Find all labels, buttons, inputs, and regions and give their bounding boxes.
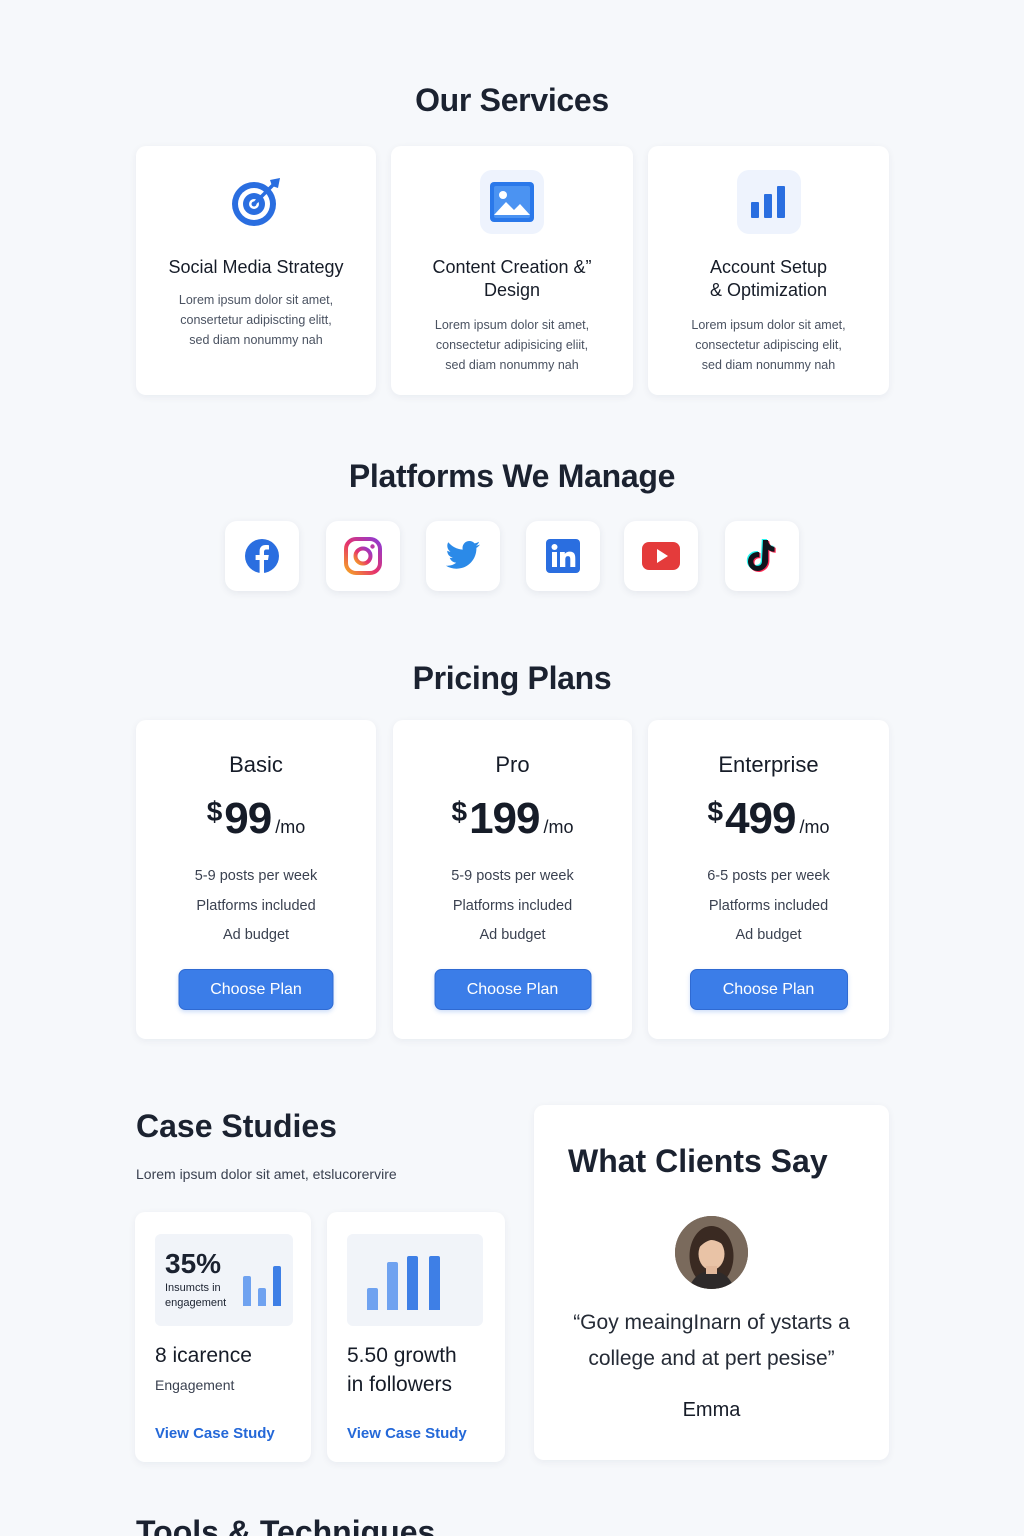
twitter-icon bbox=[445, 541, 480, 569]
case-study-thumbnail bbox=[347, 1234, 483, 1326]
platform-facebook[interactable] bbox=[225, 521, 299, 591]
case-study-stat-label: Insumcts in engagement bbox=[165, 1282, 227, 1309]
client-name: Emma bbox=[682, 1399, 741, 1421]
pricing-title: Pricing Plans bbox=[412, 660, 612, 696]
chart-bar bbox=[367, 1288, 378, 1310]
platform-youtube[interactable] bbox=[624, 521, 698, 591]
case-study-stat: 35% bbox=[165, 1248, 222, 1279]
choose-plan-button-pro[interactable]: Choose Plan bbox=[434, 969, 591, 1010]
platform-tiktok[interactable] bbox=[725, 521, 799, 591]
mini-bar-chart bbox=[367, 1254, 463, 1310]
plan-feature: Platforms included bbox=[196, 898, 316, 914]
case-studies-title: Case Studies bbox=[136, 1108, 337, 1144]
service-card-account[interactable]: Account Setup & Optimization Lorem ipsum… bbox=[648, 146, 889, 395]
instagram-icon bbox=[344, 537, 382, 575]
facebook-icon bbox=[245, 539, 279, 573]
chart-bar bbox=[273, 1266, 281, 1306]
plan-card-pro: Pro $ 199 /mo 5-9 posts per week Platfor… bbox=[393, 720, 632, 1039]
plan-feature: 5-9 posts per week bbox=[194, 868, 318, 884]
case-study-metric: Engagement bbox=[155, 1377, 235, 1393]
plan-feature: Ad budget bbox=[735, 927, 802, 943]
case-study-thumbnail: 35% Insumcts in engagement bbox=[155, 1234, 293, 1326]
platform-twitter[interactable] bbox=[426, 521, 500, 591]
plan-price: $ 499 /mo bbox=[707, 794, 830, 843]
linkedin-icon bbox=[546, 539, 580, 573]
plan-feature: Platforms included bbox=[452, 898, 573, 914]
chart-bar bbox=[429, 1256, 440, 1310]
service-card-strategy[interactable]: Social Media Strategy Lorem ipsum dolor … bbox=[136, 146, 376, 395]
choose-plan-button-enterprise[interactable]: Choose Plan bbox=[689, 969, 848, 1010]
plan-feature: Ad budget bbox=[222, 927, 290, 943]
platform-linkedin[interactable] bbox=[526, 521, 600, 591]
chart-bar bbox=[243, 1276, 251, 1306]
plan-feature: Ad budget bbox=[479, 927, 546, 943]
plan-name: Pro bbox=[495, 752, 530, 777]
service-title: Social Media Strategy bbox=[168, 257, 344, 277]
testimonial-quote: “Goy meaingInarn of ystarts a college an… bbox=[573, 1311, 850, 1370]
plan-name: Enterprise bbox=[718, 752, 819, 777]
target-icon bbox=[224, 170, 288, 234]
plan-name: Basic bbox=[229, 752, 283, 777]
service-description: Lorem ipsum dolor sit amet, consectetur … bbox=[434, 318, 590, 372]
bar-chart-icon bbox=[736, 170, 801, 234]
plan-card-enterprise: Enterprise $ 499 /mo 6-5 posts per week … bbox=[648, 720, 889, 1039]
tiktok-icon bbox=[746, 539, 776, 572]
plan-feature: Platforms included bbox=[708, 898, 829, 914]
service-title: Account Setup & Optimization bbox=[709, 257, 828, 300]
choose-plan-button-basic[interactable]: Choose Plan bbox=[178, 969, 334, 1010]
view-case-study-link[interactable]: View Case Study bbox=[155, 1425, 275, 1442]
plan-feature: 5-9 posts per week bbox=[451, 868, 574, 884]
plan-price: $ 199 /mo bbox=[451, 794, 574, 843]
service-description: Lorem ipsum dolor sit amet, consertetur … bbox=[178, 293, 334, 347]
service-title: Content Creation &” Design bbox=[432, 257, 592, 300]
case-study-card: 5.50 growth in followers View Case Study bbox=[327, 1212, 505, 1462]
service-card-content[interactable]: Content Creation &” Design Lorem ipsum d… bbox=[391, 146, 633, 395]
tools-title: Tools & Techniques bbox=[136, 1514, 436, 1536]
service-description: Lorem ipsum dolor sit amet, consectetur … bbox=[691, 318, 846, 372]
testimonial-title: What Clients Say bbox=[568, 1143, 828, 1179]
services-title: Our Services bbox=[415, 82, 609, 118]
case-study-headline: 5.50 growth in followers bbox=[347, 1344, 457, 1396]
chart-bar bbox=[258, 1288, 266, 1306]
case-studies-subtitle: Lorem ipsum dolor sit amet, etslucorervi… bbox=[136, 1166, 397, 1182]
plan-card-basic: Basic $ 99 /mo 5-9 posts per week Platfo… bbox=[136, 720, 376, 1039]
image-icon bbox=[480, 170, 544, 234]
case-study-card: 35% Insumcts in engagement 8 icarence En… bbox=[135, 1212, 311, 1462]
testimonial-card: What Clients Say “Goy meaingInarn of yst… bbox=[534, 1105, 889, 1460]
case-study-headline: 8 icarence bbox=[155, 1344, 252, 1367]
chart-bar bbox=[387, 1262, 398, 1310]
plan-price: $ 99 /mo bbox=[206, 794, 306, 843]
avatar bbox=[675, 1216, 748, 1289]
platforms-title: Platforms We Manage bbox=[348, 458, 676, 494]
view-case-study-link[interactable]: View Case Study bbox=[347, 1425, 467, 1442]
chart-bar bbox=[407, 1256, 418, 1310]
platform-instagram[interactable] bbox=[326, 521, 400, 591]
mini-bar-chart bbox=[243, 1264, 285, 1306]
youtube-icon bbox=[642, 542, 680, 570]
plan-feature: 6-5 posts per week bbox=[707, 868, 830, 884]
